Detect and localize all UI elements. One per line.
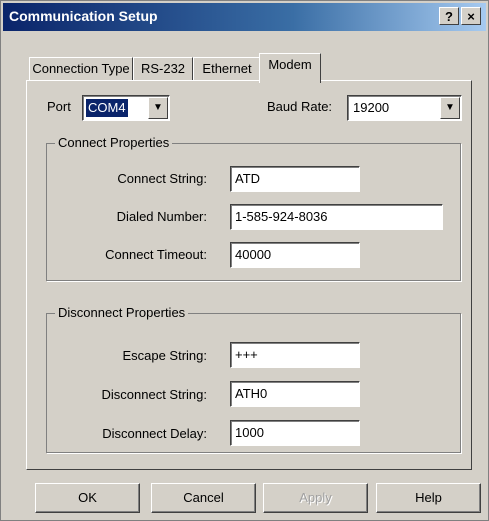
- modem-tab-panel: Port COM4 ▼ Baud Rate: 19200 ▼ Connect P…: [26, 80, 472, 470]
- chevron-down-icon[interactable]: ▼: [148, 97, 168, 119]
- connect-timeout-label: Connect Timeout:: [105, 247, 207, 262]
- ok-button[interactable]: OK: [35, 483, 140, 513]
- title-bar[interactable]: Communication Setup ? ×: [3, 3, 486, 31]
- disconnect-string-field[interactable]: ATH0: [230, 381, 360, 407]
- connect-properties-group: Connect Properties Connect String: ATD D…: [46, 135, 461, 281]
- chevron-down-icon[interactable]: ▼: [440, 97, 460, 119]
- help-button[interactable]: Help: [376, 483, 481, 513]
- disconnect-properties-group: Disconnect Properties Escape String: +++…: [46, 305, 461, 453]
- apply-button[interactable]: Apply: [263, 483, 368, 513]
- disconnect-delay-label: Disconnect Delay:: [102, 426, 207, 441]
- dialed-number-label: Dialed Number:: [116, 209, 207, 224]
- close-icon[interactable]: ×: [461, 7, 481, 25]
- escape-string-label: Escape String:: [122, 348, 207, 363]
- connect-properties-title: Connect Properties: [55, 135, 173, 150]
- connect-string-field[interactable]: ATD: [230, 166, 360, 192]
- port-value: COM4: [86, 99, 128, 117]
- tab-modem[interactable]: Modem: [259, 53, 321, 83]
- window-title: Communication Setup: [9, 8, 158, 24]
- tab-connection-type[interactable]: Connection Type: [29, 57, 133, 81]
- connect-timeout-field[interactable]: 40000: [230, 242, 360, 268]
- disconnect-delay-field[interactable]: 1000: [230, 420, 360, 446]
- cancel-button[interactable]: Cancel: [151, 483, 256, 513]
- port-label: Port: [47, 99, 71, 114]
- tab-rs-232[interactable]: RS-232: [133, 57, 193, 81]
- disconnect-properties-title: Disconnect Properties: [55, 305, 189, 320]
- escape-string-field[interactable]: +++: [230, 342, 360, 368]
- baud-rate-value: 19200: [353, 100, 390, 115]
- dialed-number-field[interactable]: 1-585-924-8036: [230, 204, 443, 230]
- baud-rate-select[interactable]: 19200 ▼: [347, 95, 462, 121]
- help-icon[interactable]: ?: [439, 7, 459, 25]
- tab-ethernet[interactable]: Ethernet: [193, 57, 261, 81]
- communication-setup-dialog: Communication Setup ? × Connection Type …: [0, 0, 489, 521]
- disconnect-string-label: Disconnect String:: [101, 387, 208, 402]
- baud-rate-label: Baud Rate:: [267, 99, 333, 114]
- port-select[interactable]: COM4 ▼: [82, 95, 170, 121]
- connect-string-label: Connect String:: [117, 171, 207, 186]
